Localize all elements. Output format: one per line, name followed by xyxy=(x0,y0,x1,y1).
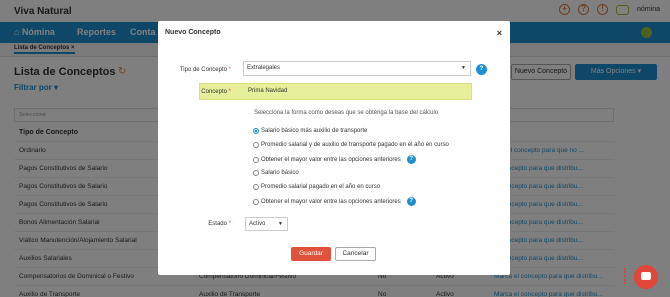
option-radio[interactable]: Promedio salarial y de auxilio de transp… xyxy=(253,142,449,148)
help-icon: ? xyxy=(406,155,416,164)
tipo-concepto-select[interactable]: Extralegales ▼ xyxy=(243,61,471,76)
base-calculo-hint: Selecciona la forma como deseas que se o… xyxy=(254,110,439,116)
option-radio[interactable]: Obtener el mayor valor entre las opcione… xyxy=(253,155,416,164)
modal-title: Nuevo Concepto xyxy=(165,29,221,36)
tipo-concepto-label: Tipo de Concepto * xyxy=(179,67,231,73)
estado-label: Estado * xyxy=(208,221,231,227)
help-icon[interactable]: ? xyxy=(476,64,487,75)
concepto-input[interactable]: Prima Navidad xyxy=(245,85,469,98)
cancel-button[interactable]: Cancelar xyxy=(335,247,376,261)
concepto-label: Concepto * xyxy=(201,89,231,95)
close-icon[interactable]: × xyxy=(497,28,502,38)
help-icon: ? xyxy=(406,197,416,206)
chevron-down-icon: ▼ xyxy=(461,65,466,71)
option-radio[interactable]: Salario básico más auxilio de transporte xyxy=(253,128,367,134)
estado-select[interactable]: Activo ▼ xyxy=(245,217,288,231)
chevron-down-icon: ▼ xyxy=(278,221,283,227)
option-radio[interactable]: Salario básico xyxy=(253,170,299,176)
drag-handle[interactable] xyxy=(624,268,627,284)
save-button[interactable]: Guardar xyxy=(291,247,331,261)
option-radio[interactable]: Obtener el mayor valor entre las opcione… xyxy=(253,197,416,206)
new-concept-modal: Nuevo Concepto × Tipo de Concepto * Extr… xyxy=(158,21,510,275)
option-radio[interactable]: Promedio salarial pagado en el año en cu… xyxy=(253,184,380,190)
chat-icon[interactable] xyxy=(634,265,658,289)
